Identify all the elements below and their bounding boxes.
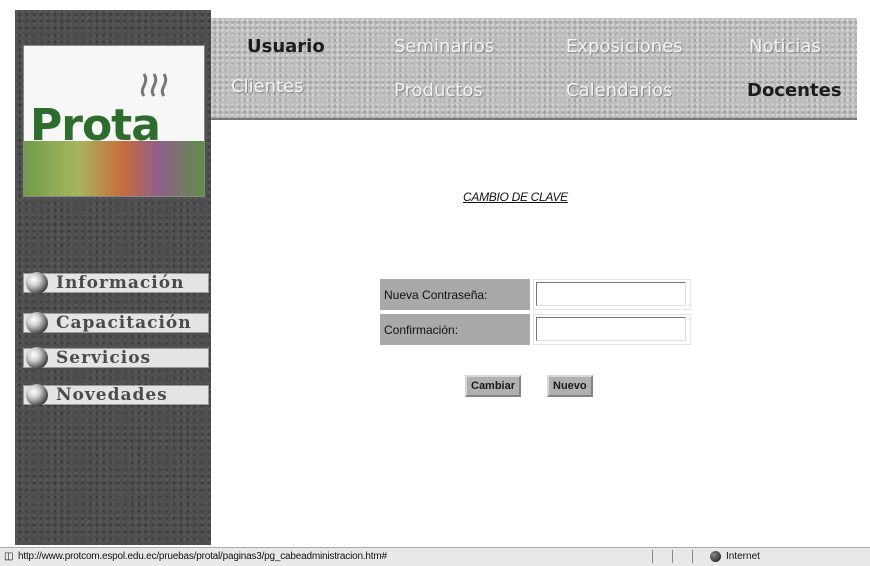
new-password-label: Nueva Contraseña: [380,279,530,310]
steam-icon [140,73,168,97]
bullet-ball-icon [26,347,48,369]
confirm-password-label: Confirmación: [380,314,530,345]
nav-calendarios[interactable]: Calendarios [566,80,672,101]
status-divider [692,550,693,563]
nav-seminarios[interactable]: Seminarios [394,36,494,57]
logo-band [24,141,204,196]
status-divider [652,550,653,563]
sidebar-item-label: Información [56,273,185,293]
top-nav: Usuario Seminarios Exposiciones Noticias… [211,18,857,120]
sidebar-item-label: Novedades [56,385,168,405]
bullet-ball-icon [26,384,48,406]
bullet-ball-icon [26,272,48,294]
nuevo-button[interactable]: Nuevo [547,375,593,397]
sidebar-item-capacitacion[interactable]: Capacitación [23,312,209,334]
sidebar-item-informacion[interactable]: Información [23,272,209,294]
sidebar-item-label: Servicios [56,348,152,368]
new-password-input[interactable] [536,282,686,306]
globe-icon [710,551,721,562]
nav-clientes[interactable]: Clientes [231,76,304,97]
logo[interactable]: Prota [23,45,205,197]
nav-exposiciones[interactable]: Exposiciones [566,36,683,57]
status-divider [672,550,673,563]
sidebar: Prota Información Capacitación Servicios… [15,10,211,545]
status-bar: ◫ http://www.protcom.espol.edu.ec/prueba… [0,547,870,566]
sidebar-item-servicios[interactable]: Servicios [23,347,209,369]
confirm-password-input[interactable] [536,317,686,341]
cambiar-button[interactable]: Cambiar [465,375,522,397]
sidebar-item-novedades[interactable]: Novedades [23,384,209,406]
status-zone: Internet [726,551,760,562]
sidebar-item-label: Capacitación [56,313,192,333]
bullet-ball-icon [26,312,48,334]
page-icon: ◫ [4,551,14,562]
status-url: http://www.protcom.espol.edu.ec/pruebas/… [18,551,387,562]
nav-usuario[interactable]: Usuario [247,36,325,57]
nav-noticias[interactable]: Noticias [749,36,821,57]
page-title: CAMBIO DE CLAVE [463,190,568,204]
nav-docentes[interactable]: Docentes [747,80,842,101]
nav-productos[interactable]: Productos [394,80,483,101]
